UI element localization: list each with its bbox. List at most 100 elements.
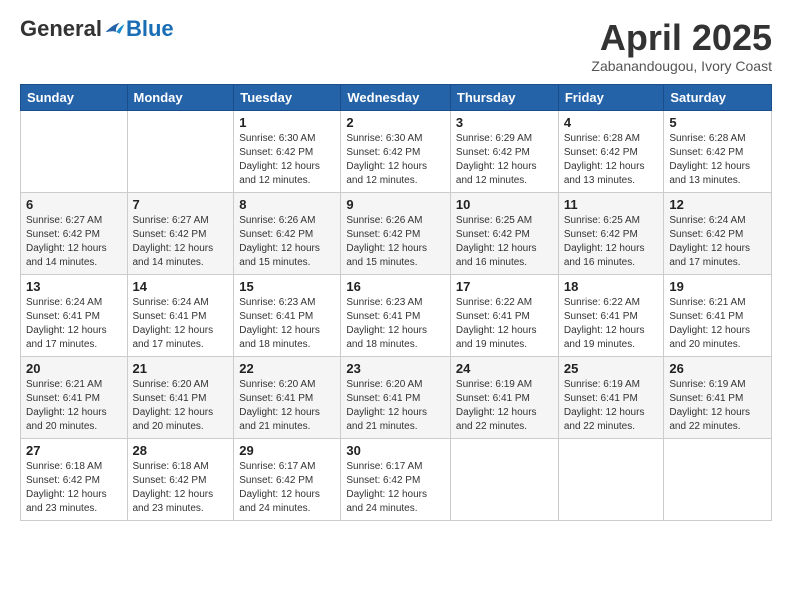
day-number: 21 [133,361,229,376]
day-number: 5 [669,115,766,130]
day-info: Sunrise: 6:28 AMSunset: 6:42 PMDaylight:… [564,132,659,188]
day-info: Sunrise: 6:27 AMSunset: 6:42 PMDaylight:… [133,214,229,270]
day-info: Sunrise: 6:20 AMSunset: 6:41 PMDaylight:… [133,378,229,434]
day-number: 29 [239,443,335,458]
day-info: Sunrise: 6:26 AMSunset: 6:42 PMDaylight:… [346,214,445,270]
calendar-week-row: 27 Sunrise: 6:18 AMSunset: 6:42 PMDayligh… [21,438,772,520]
day-info: Sunrise: 6:24 AMSunset: 6:41 PMDaylight:… [133,296,229,352]
day-info: Sunrise: 6:18 AMSunset: 6:42 PMDaylight:… [133,460,229,516]
day-number: 18 [564,279,659,294]
page: General Blue April 2025 Zabanandougou, I… [0,0,792,612]
calendar-week-row: 20 Sunrise: 6:21 AMSunset: 6:41 PMDayligh… [21,356,772,438]
day-number: 28 [133,443,229,458]
calendar-header-row: Sunday Monday Tuesday Wednesday Thursday… [21,84,772,110]
table-row: 8 Sunrise: 6:26 AMSunset: 6:42 PMDaylight… [234,192,341,274]
table-row: 4 Sunrise: 6:28 AMSunset: 6:42 PMDaylight… [558,110,664,192]
table-row: 14 Sunrise: 6:24 AMSunset: 6:41 PMDayligh… [127,274,234,356]
day-number: 22 [239,361,335,376]
table-row: 17 Sunrise: 6:22 AMSunset: 6:41 PMDayligh… [450,274,558,356]
day-number: 27 [26,443,122,458]
day-number: 26 [669,361,766,376]
day-number: 16 [346,279,445,294]
table-row: 10Sunrise: 6:25 AMSunset: 6:42 PMDayligh… [450,192,558,274]
day-info: Sunrise: 6:22 AMSunset: 6:41 PMDaylight:… [564,296,659,352]
day-info: Sunrise: 6:23 AMSunset: 6:41 PMDaylight:… [239,296,335,352]
day-info: Sunrise: 6:30 AMSunset: 6:42 PMDaylight:… [239,132,335,188]
calendar-week-row: 6Sunrise: 6:27 AMSunset: 6:42 PMDaylight… [21,192,772,274]
day-number: 1 [239,115,335,130]
table-row: 3 Sunrise: 6:29 AMSunset: 6:42 PMDaylight… [450,110,558,192]
table-row [450,438,558,520]
day-number: 3 [456,115,553,130]
day-number: 12 [669,197,766,212]
day-info: Sunrise: 6:26 AMSunset: 6:42 PMDaylight:… [239,214,335,270]
calendar-week-row: 1 Sunrise: 6:30 AMSunset: 6:42 PMDaylight… [21,110,772,192]
day-info: Sunrise: 6:24 AMSunset: 6:42 PMDaylight:… [669,214,766,270]
logo-blue-text: Blue [126,18,174,40]
table-row: 7 Sunrise: 6:27 AMSunset: 6:42 PMDaylight… [127,192,234,274]
day-number: 20 [26,361,122,376]
day-number: 23 [346,361,445,376]
day-info: Sunrise: 6:17 AMSunset: 6:42 PMDaylight:… [239,460,335,516]
day-info: Sunrise: 6:22 AMSunset: 6:41 PMDaylight:… [456,296,553,352]
day-number: 7 [133,197,229,212]
col-tuesday: Tuesday [234,84,341,110]
day-info: Sunrise: 6:25 AMSunset: 6:42 PMDaylight:… [564,214,659,270]
day-number: 17 [456,279,553,294]
table-row: 21 Sunrise: 6:20 AMSunset: 6:41 PMDayligh… [127,356,234,438]
location-subtitle: Zabanandougou, Ivory Coast [591,58,772,74]
day-number: 9 [346,197,445,212]
day-info: Sunrise: 6:23 AMSunset: 6:41 PMDaylight:… [346,296,445,352]
col-friday: Friday [558,84,664,110]
day-number: 24 [456,361,553,376]
table-row: 11Sunrise: 6:25 AMSunset: 6:42 PMDayligh… [558,192,664,274]
col-thursday: Thursday [450,84,558,110]
table-row: 24 Sunrise: 6:19 AMSunset: 6:41 PMDayligh… [450,356,558,438]
table-row: 15 Sunrise: 6:23 AMSunset: 6:41 PMDayligh… [234,274,341,356]
day-info: Sunrise: 6:19 AMSunset: 6:41 PMDaylight:… [456,378,553,434]
day-number: 2 [346,115,445,130]
table-row: 29 Sunrise: 6:17 AMSunset: 6:42 PMDayligh… [234,438,341,520]
day-info: Sunrise: 6:19 AMSunset: 6:41 PMDaylight:… [669,378,766,434]
table-row: 2Sunrise: 6:30 AMSunset: 6:42 PMDaylight… [341,110,451,192]
day-number: 15 [239,279,335,294]
table-row [127,110,234,192]
day-number: 25 [564,361,659,376]
day-info: Sunrise: 6:24 AMSunset: 6:41 PMDaylight:… [26,296,122,352]
day-info: Sunrise: 6:21 AMSunset: 6:41 PMDaylight:… [669,296,766,352]
calendar-week-row: 13 Sunrise: 6:24 AMSunset: 6:41 PMDayligh… [21,274,772,356]
table-row: 27 Sunrise: 6:18 AMSunset: 6:42 PMDayligh… [21,438,128,520]
day-info: Sunrise: 6:19 AMSunset: 6:41 PMDaylight:… [564,378,659,434]
calendar-table: Sunday Monday Tuesday Wednesday Thursday… [20,84,772,521]
table-row [558,438,664,520]
table-row [664,438,772,520]
day-number: 8 [239,197,335,212]
header: General Blue April 2025 Zabanandougou, I… [20,18,772,74]
table-row: 22 Sunrise: 6:20 AMSunset: 6:41 PMDayligh… [234,356,341,438]
day-number: 13 [26,279,122,294]
table-row: 28 Sunrise: 6:18 AMSunset: 6:42 PMDayligh… [127,438,234,520]
day-info: Sunrise: 6:20 AMSunset: 6:41 PMDaylight:… [239,378,335,434]
month-title: April 2025 [591,18,772,58]
table-row: 5 Sunrise: 6:28 AMSunset: 6:42 PMDaylight… [664,110,772,192]
col-monday: Monday [127,84,234,110]
col-saturday: Saturday [664,84,772,110]
day-number: 14 [133,279,229,294]
table-row: 16 Sunrise: 6:23 AMSunset: 6:41 PMDayligh… [341,274,451,356]
table-row: 26 Sunrise: 6:19 AMSunset: 6:41 PMDayligh… [664,356,772,438]
day-info: Sunrise: 6:29 AMSunset: 6:42 PMDaylight:… [456,132,553,188]
table-row: 20 Sunrise: 6:21 AMSunset: 6:41 PMDayligh… [21,356,128,438]
table-row [21,110,128,192]
day-number: 4 [564,115,659,130]
day-info: Sunrise: 6:17 AMSunset: 6:42 PMDaylight:… [346,460,445,516]
day-info: Sunrise: 6:18 AMSunset: 6:42 PMDaylight:… [26,460,122,516]
day-info: Sunrise: 6:21 AMSunset: 6:41 PMDaylight:… [26,378,122,434]
logo: General Blue [20,18,174,40]
day-number: 19 [669,279,766,294]
day-info: Sunrise: 6:28 AMSunset: 6:42 PMDaylight:… [669,132,766,188]
table-row: 25 Sunrise: 6:19 AMSunset: 6:41 PMDayligh… [558,356,664,438]
logo-bird-icon [104,20,126,38]
table-row: 1 Sunrise: 6:30 AMSunset: 6:42 PMDaylight… [234,110,341,192]
table-row: 9 Sunrise: 6:26 AMSunset: 6:42 PMDaylight… [341,192,451,274]
col-wednesday: Wednesday [341,84,451,110]
